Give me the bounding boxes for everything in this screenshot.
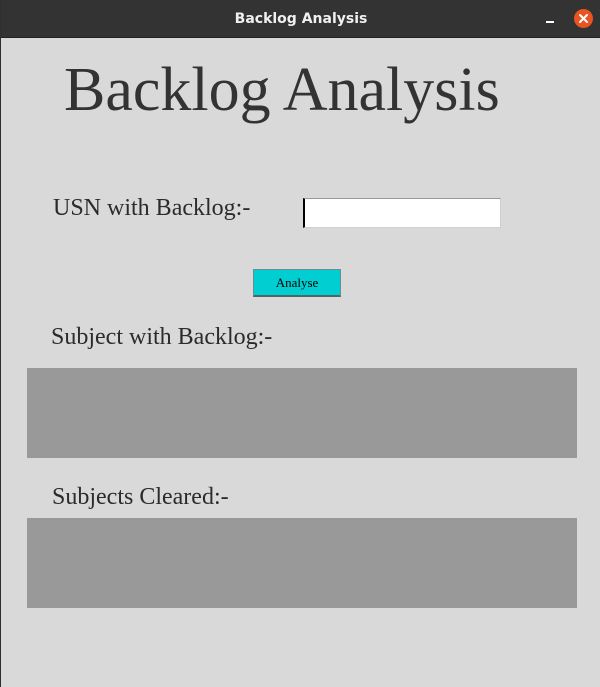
- close-button[interactable]: [574, 9, 593, 28]
- page-title: Backlog Analysis: [64, 56, 500, 124]
- cleared-subjects-output: [27, 518, 577, 608]
- usn-label: USN with Backlog:-: [53, 195, 251, 221]
- usn-input[interactable]: [303, 198, 501, 228]
- backlog-subjects-label: Subject with Backlog:-: [51, 324, 273, 350]
- backlog-subjects-output: [27, 368, 577, 458]
- close-icon: [579, 14, 588, 23]
- cleared-subjects-label: Subjects Cleared:-: [52, 484, 229, 510]
- minimize-icon: [546, 21, 554, 23]
- minimize-button[interactable]: [541, 10, 559, 28]
- app-window: Backlog Analysis Backlog Analysis USN wi…: [0, 0, 600, 687]
- window-title: Backlog Analysis: [234, 11, 368, 27]
- analyse-button[interactable]: Analyse: [253, 269, 341, 297]
- title-bar[interactable]: Backlog Analysis: [1, 0, 600, 38]
